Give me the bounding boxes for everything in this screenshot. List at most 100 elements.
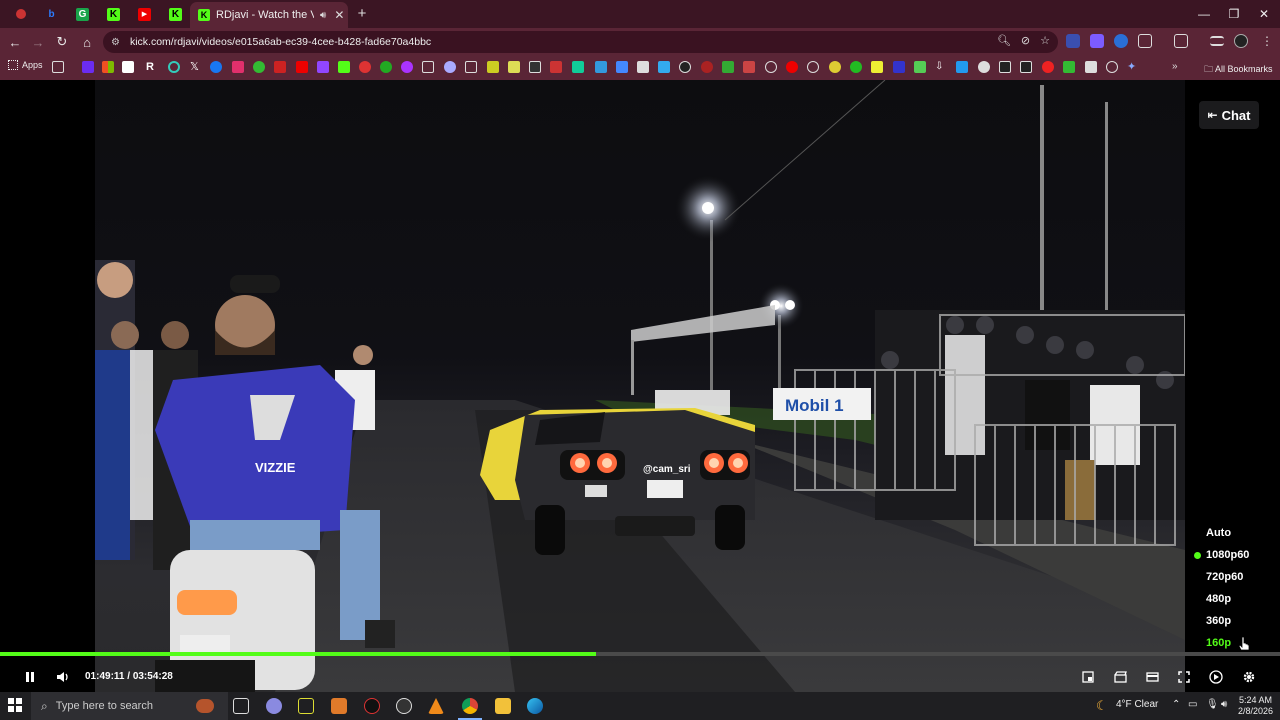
tab-pinned-4[interactable]: K (98, 0, 129, 28)
bookmark-icon[interactable] (550, 61, 562, 73)
bookmark-icon[interactable] (401, 61, 413, 73)
bookmark-icon[interactable] (978, 61, 990, 73)
tab-pinned-6[interactable]: K (160, 0, 191, 28)
clock[interactable]: 5:24 AM 2/8/2026 (1238, 695, 1273, 717)
profile-avatar[interactable] (1234, 34, 1248, 48)
bookmark-icon[interactable] (722, 61, 734, 73)
quality-option-720p60[interactable]: 720p60 (1188, 566, 1278, 588)
bookmark-icon[interactable] (850, 61, 862, 73)
download-icon[interactable] (956, 61, 968, 73)
extensions-puzzle-icon[interactable] (1138, 34, 1152, 48)
minimize-icon[interactable]: — (1188, 0, 1220, 28)
speaker-icon[interactable]: 🔊︎ (1221, 699, 1227, 710)
bookmark-icon[interactable] (487, 61, 499, 73)
bookmark-icon[interactable] (1020, 61, 1032, 73)
taskbar-app-icon[interactable] (331, 698, 347, 714)
task-view-icon[interactable] (233, 698, 249, 714)
close-window-icon[interactable]: ✕ (1248, 0, 1280, 28)
bookmark-icon[interactable] (168, 61, 180, 73)
bookmark-icon[interactable] (122, 61, 134, 73)
bookmark-star-icon[interactable]: ☆ (1040, 34, 1050, 47)
bookmark-icon[interactable] (701, 61, 713, 73)
restore-icon[interactable]: ❐ (1218, 0, 1250, 28)
miniplayer-icon[interactable] (1077, 666, 1099, 688)
file-explorer-icon[interactable] (495, 698, 511, 714)
taskbar-app-icon[interactable] (396, 698, 412, 714)
reload-icon[interactable]: ↻ (50, 30, 74, 54)
vlc-icon[interactable] (428, 698, 444, 714)
close-tab-icon[interactable]: ✕ (334, 8, 344, 22)
microphone-icon[interactable]: 🎙︎ (1206, 699, 1219, 710)
bookmark-icon[interactable] (274, 61, 286, 73)
clip-icon[interactable] (1109, 666, 1131, 688)
video-player[interactable]: Mobil 1 @cam_sri VIZZIE ⇤ Chat Auto 1080… (0, 80, 1280, 692)
x-icon[interactable]: 𝕏 (190, 61, 202, 73)
menu-kebab-icon[interactable]: ⋮ (1260, 34, 1274, 48)
side-panel-icon[interactable] (1174, 34, 1188, 48)
tab-pinned-1[interactable] (5, 0, 36, 28)
extension-icon[interactable] (1066, 34, 1080, 48)
weather-text[interactable]: 4°F Clear (1116, 699, 1158, 710)
bookmark-icon[interactable] (679, 61, 691, 73)
quality-option-1080p60[interactable]: 1080p60 (1188, 544, 1278, 566)
bookmark-icon[interactable] (232, 61, 244, 73)
chrome-icon[interactable] (462, 698, 478, 714)
show-hidden-icons[interactable]: ⌃ (1172, 699, 1180, 710)
bookmark-icon[interactable] (893, 61, 905, 73)
site-info-icon[interactable]: ⚙ (111, 37, 120, 48)
bookmark-icon[interactable] (102, 61, 114, 73)
quality-option-160p[interactable]: 160p (1188, 632, 1278, 654)
bookmark-icon[interactable] (508, 61, 520, 73)
bookmark-icon[interactable] (82, 61, 94, 73)
seek-bar[interactable] (0, 652, 1280, 656)
all-bookmarks[interactable]: 🗀︎ All Bookmarks (1204, 62, 1273, 78)
bookmark-icon[interactable] (465, 61, 477, 73)
bookmark-icon[interactable] (1042, 61, 1054, 73)
reading-list-icon[interactable] (1210, 36, 1224, 46)
bookmark-icon[interactable] (572, 61, 584, 73)
tab-active[interactable]: K RDjavi - Watch the VOD on 🔊︎ ✕ (190, 2, 348, 28)
bookmark-icon[interactable] (743, 61, 755, 73)
bookmark-icon[interactable] (1063, 61, 1075, 73)
bookmark-icon[interactable] (380, 61, 392, 73)
address-bar[interactable]: ⚙ kick.com/rdjavi/videos/e015a6ab-ec39-4… (103, 31, 1058, 53)
quality-option-360p[interactable]: 360p (1188, 610, 1278, 632)
bookmark-icon[interactable] (999, 61, 1011, 73)
tab-pinned-5[interactable]: ▶ (129, 0, 160, 28)
bookmark-icon[interactable] (807, 61, 819, 73)
bookmark-icon[interactable] (637, 61, 649, 73)
bookmark-icon[interactable] (1106, 61, 1118, 73)
taskbar-app-icon[interactable] (298, 698, 314, 714)
extension-icon[interactable] (1090, 34, 1104, 48)
bookmark-apps[interactable]: Apps (8, 60, 43, 70)
theater-mode-icon[interactable] (1141, 666, 1163, 688)
extension-icon[interactable] (1114, 34, 1128, 48)
bookmark-icon[interactable] (786, 61, 798, 73)
forward-icon[interactable]: → (26, 30, 50, 54)
bookmark-icon[interactable] (829, 61, 841, 73)
bookmark-icon[interactable]: R (146, 61, 158, 73)
bookmark-icon[interactable] (616, 61, 628, 73)
taskbar-search[interactable]: ⌕ Type here to search (31, 692, 228, 720)
tab-pinned-2[interactable]: b (36, 0, 67, 28)
playback-speed-icon[interactable] (1205, 666, 1227, 688)
quality-option-480p[interactable]: 480p (1188, 588, 1278, 610)
volume-icon[interactable] (52, 666, 74, 688)
settings-gear-icon[interactable] (1238, 666, 1260, 688)
video-frame[interactable]: Mobil 1 @cam_sri VIZZIE (95, 80, 1185, 692)
new-tab-button[interactable]: + (352, 4, 372, 24)
bookmark-icon[interactable] (317, 61, 329, 73)
bookmark-icon[interactable] (914, 61, 926, 73)
weather-moon-icon[interactable]: ☾ (1096, 698, 1108, 714)
windows-start-icon[interactable] (8, 698, 22, 712)
zoom-icon[interactable]: 🔍︎ (997, 34, 1011, 47)
quality-option-auto[interactable]: Auto (1188, 522, 1278, 544)
more-bookmarks-icon[interactable]: » (1172, 61, 1178, 72)
bookmark-icon[interactable] (444, 61, 456, 73)
chat-toggle-button[interactable]: ⇤ Chat (1199, 101, 1259, 129)
bookmark-icon[interactable] (210, 61, 222, 73)
bookmark-icon[interactable] (422, 61, 434, 73)
bookmark-icon[interactable] (1085, 61, 1097, 73)
bookmark-icon[interactable] (595, 61, 607, 73)
bookmark-icon[interactable] (253, 61, 265, 73)
